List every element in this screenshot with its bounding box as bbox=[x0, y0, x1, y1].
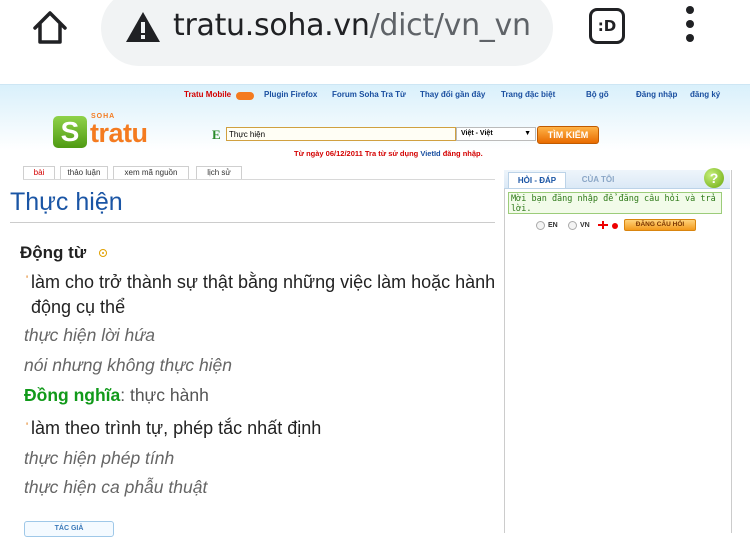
link-login[interactable]: Đăng nhập bbox=[636, 90, 677, 99]
tab-history[interactable]: lịch sử bbox=[196, 166, 242, 180]
example-2-1: thực hiện phép tính bbox=[24, 448, 175, 468]
tab-qa[interactable]: HỎI - ĐÁP bbox=[508, 172, 566, 188]
synonym-value: : thực hành bbox=[120, 385, 209, 405]
browser-toolbar: tratu.soha.vn/dict/vn_vn :D bbox=[0, 0, 750, 84]
notice-suffix: đăng nhập. bbox=[440, 149, 483, 158]
url-text[interactable]: tratu.soha.vn/dict/vn_vn bbox=[173, 6, 531, 46]
search-input[interactable]: Thực hiện bbox=[226, 127, 456, 141]
login-prompt: Mời bạn đăng nhập để đăng câu hỏi và trả… bbox=[508, 192, 722, 214]
definition-1: làm cho trở thành sự thật bằng những việ… bbox=[31, 272, 496, 317]
synonym-label: Đồng nghĩa bbox=[24, 385, 121, 405]
notice-vietid-link[interactable]: VietId bbox=[420, 149, 440, 158]
definition-bullet-icon: ' bbox=[26, 274, 29, 286]
example-1-2: nói nhưng không thực hiện bbox=[24, 355, 233, 375]
example-2-2: thực hiện ca phẫu thuật bbox=[24, 477, 208, 497]
help-icon[interactable]: ? bbox=[704, 168, 724, 188]
link-typing-tool[interactable]: Bộ gõ bbox=[586, 90, 609, 99]
author-tab[interactable]: TÁC GIẢ bbox=[24, 521, 114, 537]
link-forum[interactable]: Forum Soha Tra Từ bbox=[332, 90, 406, 99]
search-button[interactable]: TÌM KIẾM bbox=[537, 126, 599, 144]
title-divider bbox=[10, 222, 495, 223]
link-plugin-firefox[interactable]: Plugin Firefox bbox=[264, 90, 317, 99]
synonym-line: Đồng nghĩa: thực hành bbox=[24, 385, 209, 406]
radio-vn[interactable] bbox=[568, 221, 577, 230]
dropdown-arrow-icon: ▼ bbox=[524, 130, 531, 137]
url-domain: tratu.soha.vn bbox=[173, 8, 370, 43]
tab-view-source[interactable]: xem mã nguồn bbox=[113, 166, 189, 180]
logo-letter: S bbox=[53, 116, 87, 148]
tab-discussion[interactable]: thảo luận bbox=[60, 166, 108, 180]
page-title: Thực hiện bbox=[10, 188, 123, 216]
vietnam-flag-icon bbox=[612, 223, 618, 229]
part-of-speech: Động từ bbox=[20, 243, 87, 262]
mobile-badge-icon bbox=[236, 92, 254, 100]
link-tratu-mobile[interactable]: Tratu Mobile bbox=[184, 90, 231, 99]
dictionary-select-value: Việt - Việt bbox=[461, 130, 493, 137]
tab-divider bbox=[23, 179, 495, 180]
tab-switcher-icon[interactable]: :D bbox=[589, 8, 625, 44]
home-icon[interactable] bbox=[30, 8, 70, 48]
link-recent-changes[interactable]: Thay đổi gần đây bbox=[420, 90, 485, 99]
definition-bullet-icon: ' bbox=[26, 421, 29, 433]
tab-article[interactable]: bài bbox=[23, 166, 55, 180]
overflow-menu-icon[interactable] bbox=[683, 6, 697, 46]
logo-word: tratu bbox=[90, 118, 148, 148]
dictionary-select[interactable]: Việt - Việt ▼ bbox=[456, 127, 536, 141]
label-en: EN bbox=[548, 222, 558, 229]
tab-mine[interactable]: CỦA TÔI bbox=[570, 172, 626, 188]
toggle-icon[interactable] bbox=[99, 249, 107, 257]
login-notice: Từ ngày 06/12/2011 Tra từ sử dụng VietId… bbox=[294, 149, 483, 158]
radio-en[interactable] bbox=[536, 221, 545, 230]
top-links: Tratu Mobile Plugin Firefox Forum Soha T… bbox=[0, 90, 750, 102]
notice-prefix: Từ ngày 06/12/2011 Tra từ sử dụng bbox=[294, 149, 421, 158]
post-question-button[interactable]: ĐĂNG CÂU HỎI bbox=[624, 219, 696, 231]
link-register[interactable]: đăng ký bbox=[690, 90, 720, 99]
warning-icon[interactable] bbox=[124, 10, 162, 44]
link-special-page[interactable]: Trang đặc biệt bbox=[501, 90, 555, 99]
url-path: /dict/vn_vn bbox=[369, 8, 531, 43]
keyboard-e-icon[interactable]: E bbox=[212, 127, 221, 143]
english-flag-icon bbox=[598, 221, 608, 229]
definition-2: làm theo trình tự, phép tắc nhất định bbox=[31, 418, 322, 438]
example-1-1: thực hiện lời hứa bbox=[24, 325, 156, 345]
label-vn: VN bbox=[580, 222, 590, 229]
